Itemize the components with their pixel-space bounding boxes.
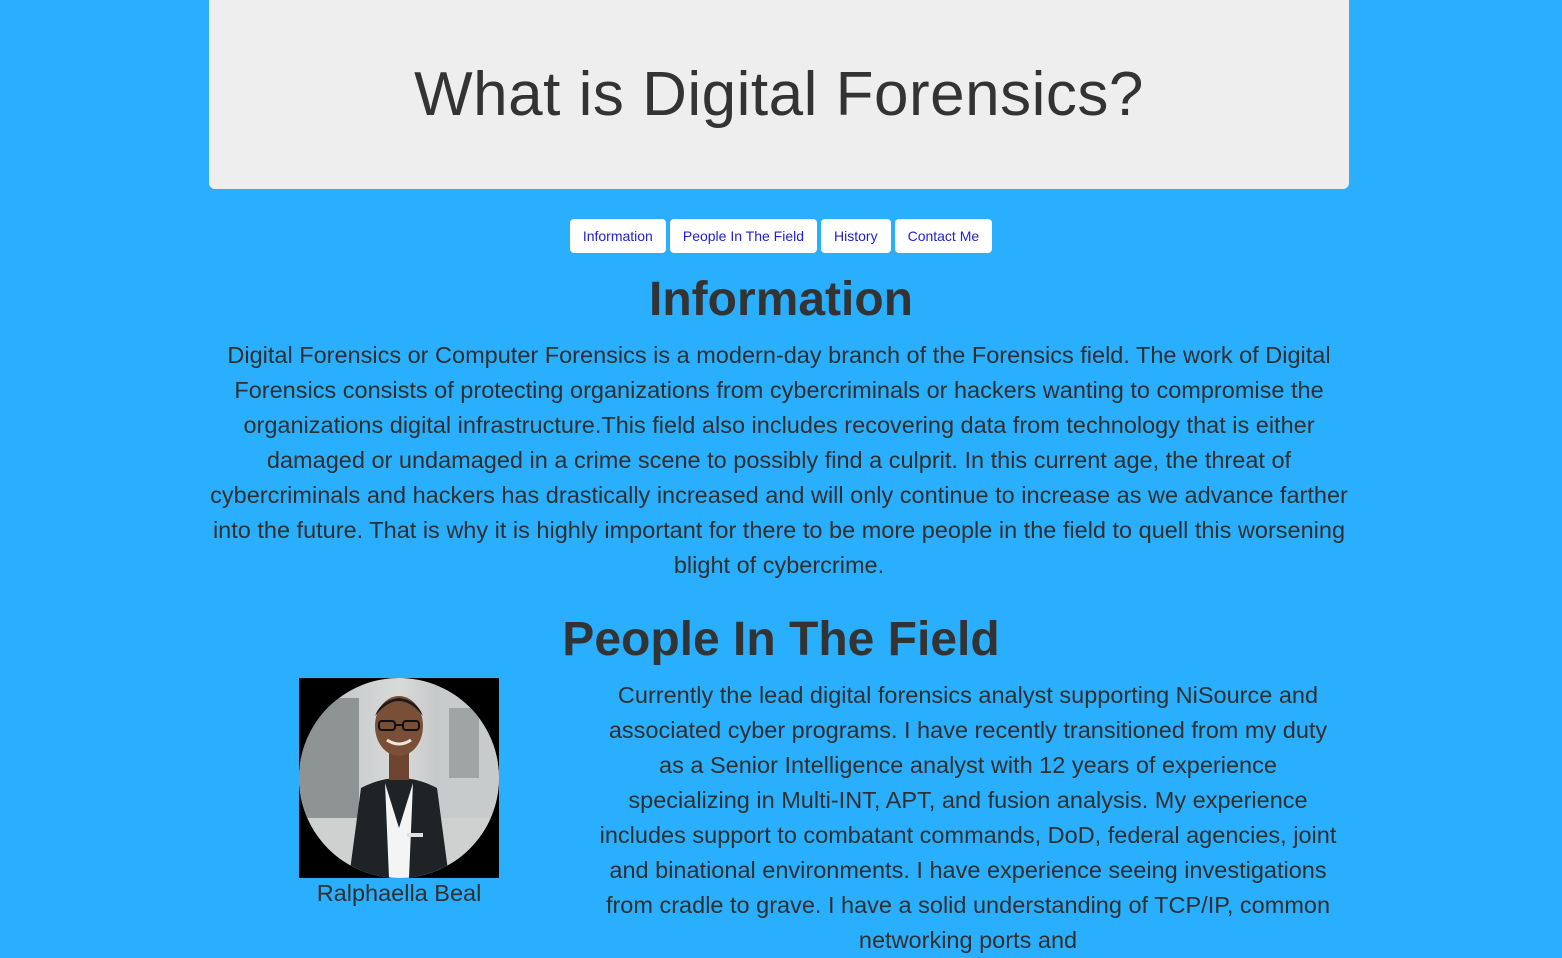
information-heading: Information xyxy=(649,273,913,326)
nav-button-information[interactable]: Information xyxy=(569,219,666,253)
profile-photo xyxy=(299,678,499,878)
nav-button-contact-me[interactable]: Contact Me xyxy=(894,219,993,253)
person-portrait-image xyxy=(299,678,499,878)
header-jumbotron: What is Digital Forensics? xyxy=(209,0,1349,189)
nav-button-history[interactable]: History xyxy=(821,219,891,253)
section-nav: Information People In The Field History … xyxy=(0,219,1562,253)
information-text: Digital Forensics or Computer Forensics … xyxy=(210,342,1348,578)
profile-photo-circle xyxy=(299,678,499,878)
person-name: Ralphaella Beal xyxy=(316,880,482,906)
nav-button-people-in-the-field[interactable]: People In The Field xyxy=(669,219,818,253)
person-bio: Currently the lead digital forensics ana… xyxy=(599,682,1337,953)
person-profile: Ralphaella Beal xyxy=(299,678,499,907)
people-in-the-field-heading: People In The Field xyxy=(562,613,1000,666)
page-title: What is Digital Forensics? xyxy=(414,60,1144,129)
